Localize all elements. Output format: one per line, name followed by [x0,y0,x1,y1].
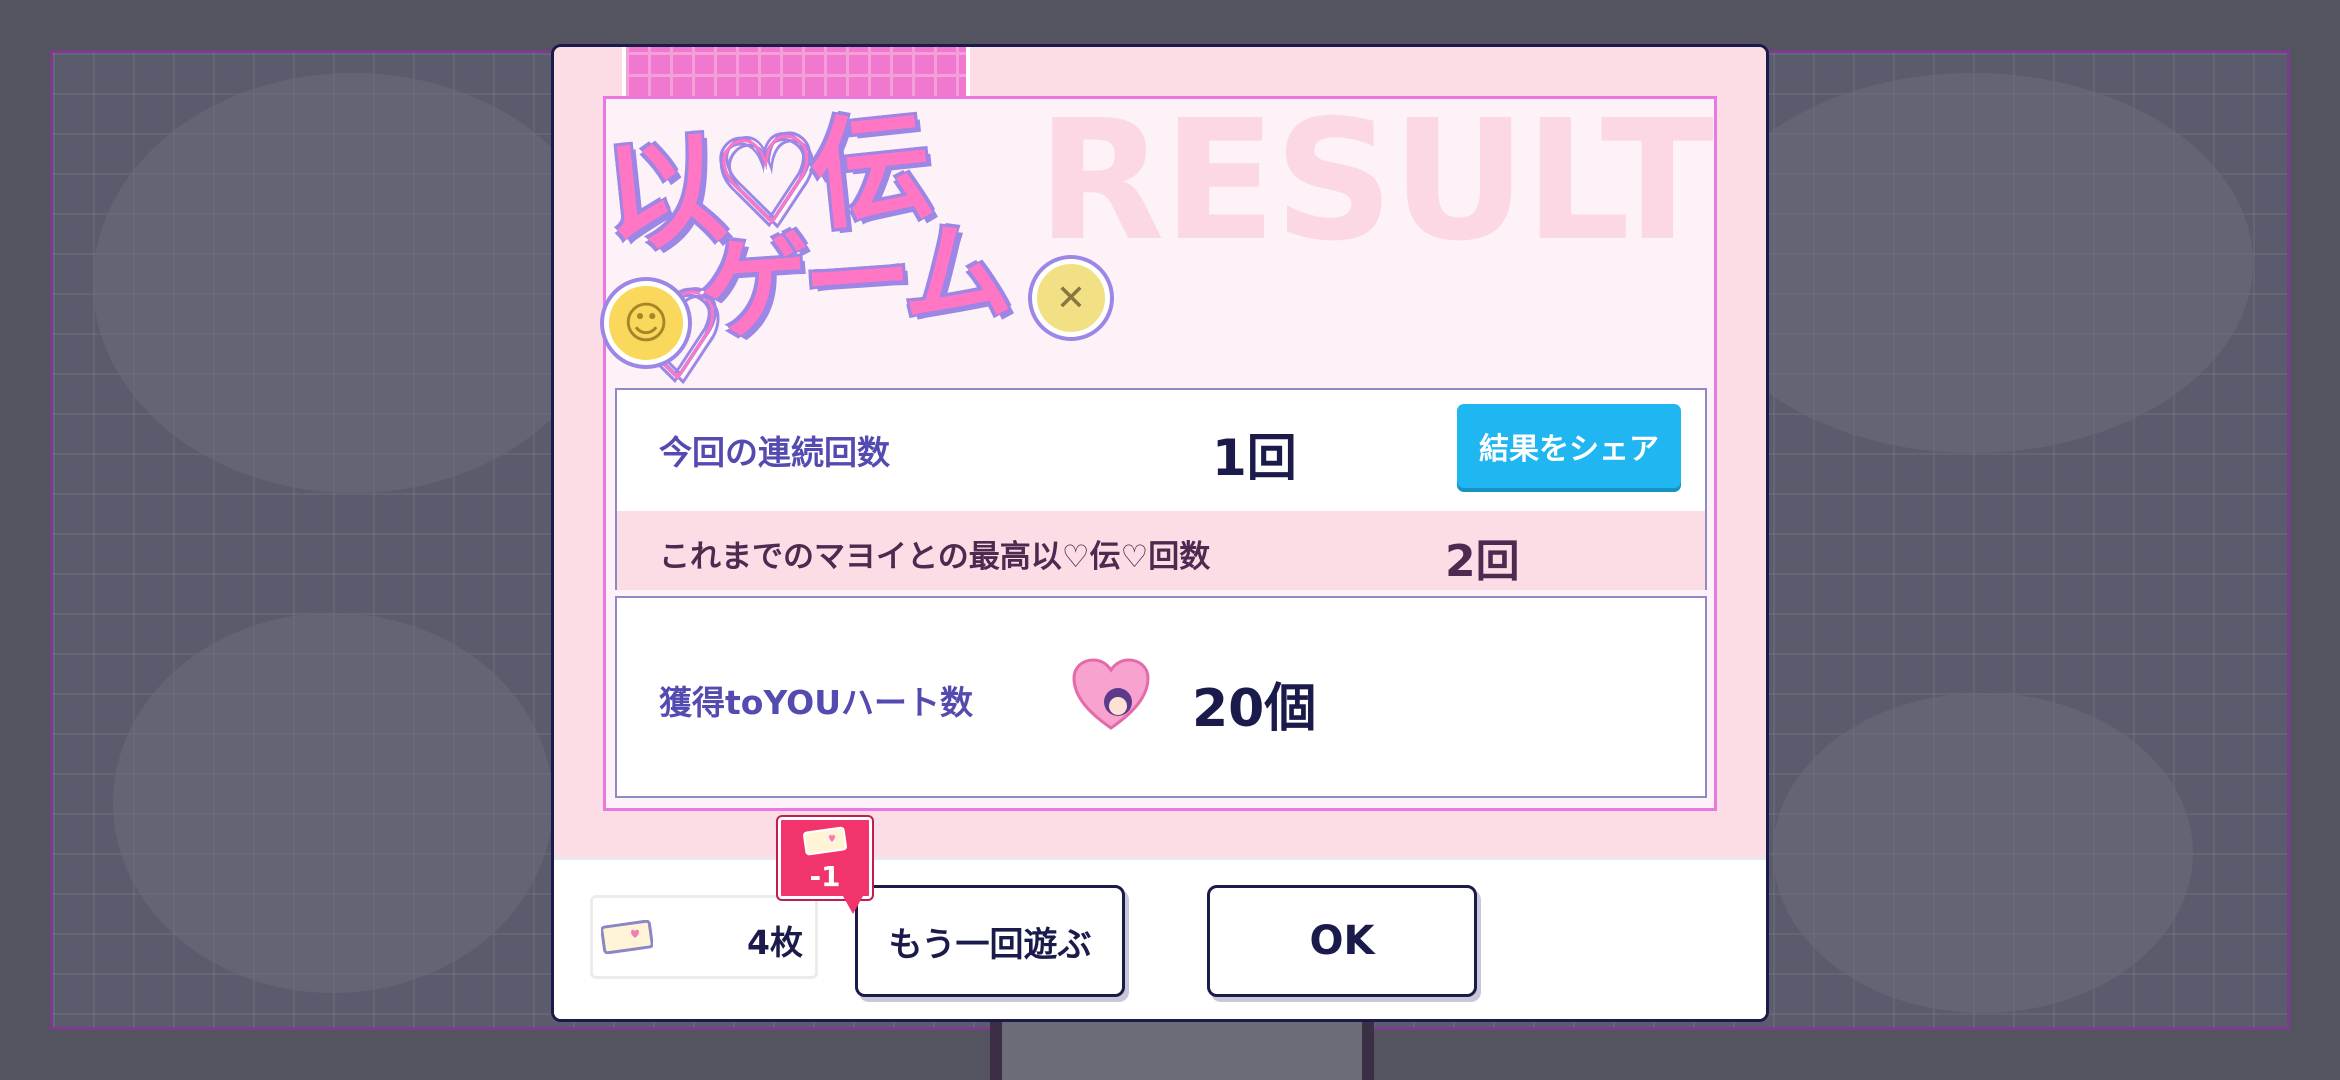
background-character [990,1020,1374,1080]
current-streak-label: 今回の連続回数 [659,433,890,472]
hearts-earned-label: 獲得toYOUハート数 [659,683,974,722]
best-streak-row: これまでのマヨイとの最高以♡伝♡回数 2回 [617,509,1705,590]
best-streak-value: 2回 [1445,536,1520,587]
background-decoration [113,613,553,993]
background-decoration [93,73,613,493]
ticket-count: 4枚 [747,923,803,962]
badge-pointer [843,896,863,914]
ticket-icon [803,826,847,856]
logo-title-line2: ゲーム [694,204,1010,358]
ok-button[interactable]: OK [1207,885,1477,997]
current-streak-value: 1回 [1212,429,1297,487]
ticket-cost-badge: -1 [778,817,872,914]
best-streak-label: これまでのマヨイとの最高以♡伝♡回数 [659,539,1211,575]
ticket-icon [601,920,653,954]
streak-stats: 今回の連続回数 1回 結果をシェア これまでのマヨイとの最高以♡伝♡回数 2回 [615,388,1707,590]
heart-character-icon [1072,658,1150,730]
background-decoration [1773,693,2193,1013]
ticket-cost-value: -1 [809,860,841,893]
smiley-icon: ☺ [604,281,688,365]
result-dialog: RESULT 以♡伝♡ ゲーム ☺ ✕ 今回の連続回数 1回 結果をシェア これ… [551,44,1769,1022]
ticket-counter: 4枚 [590,895,818,979]
current-streak-row: 今回の連続回数 1回 結果をシェア [617,390,1705,509]
hearts-earned: 獲得toYOUハート数 20個 [615,596,1707,798]
dizzy-face-icon: ✕ [1032,259,1110,337]
background-decoration [1693,73,2253,453]
result-watermark: RESULT [1036,85,1714,278]
game-logo: 以♡伝♡ ゲーム ☺ ✕ [590,71,1110,417]
play-again-button[interactable]: もう一回遊ぶ [855,885,1125,997]
share-result-button[interactable]: 結果をシェア [1457,404,1681,488]
hearts-earned-value: 20個 [1192,679,1317,739]
